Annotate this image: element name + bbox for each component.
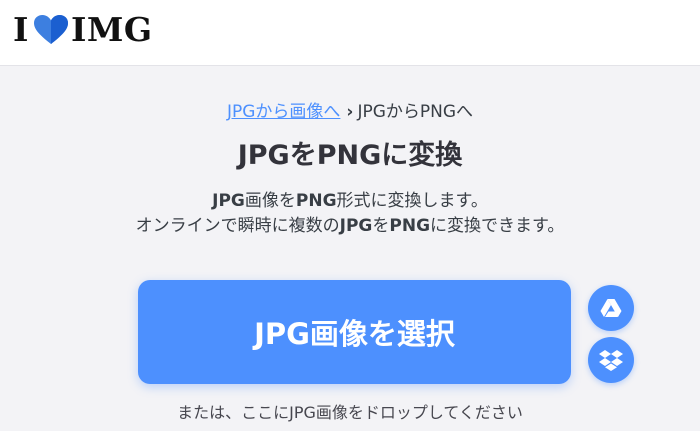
desc-png: PNG (389, 216, 431, 236)
desc-png: PNG (295, 191, 337, 211)
iloveimg-logo[interactable]: I IMG (13, 10, 153, 50)
heart-icon (33, 15, 68, 44)
desc-text: に変換できます。 (430, 216, 565, 236)
desc-text: を (372, 216, 390, 236)
description-line-1: JPG画像をPNG形式に変換します。 (0, 189, 700, 214)
drop-hint-text: または、ここにJPG画像をドロップしてください (177, 403, 523, 422)
desc-text: 画像を (244, 191, 296, 211)
desc-jpg: JPG (212, 191, 245, 211)
main-content: JPGから画像へ › JPGからPNGへ JPGをPNGに変換 JPG画像をPNG形… (0, 66, 700, 431)
desc-text: オンラインで瞬時に複数の (135, 216, 340, 236)
breadcrumb-current: JPGからPNGへ (357, 102, 474, 122)
google-drive-icon (600, 299, 622, 317)
desc-text: 形式に変換します。 (336, 191, 488, 211)
breadcrumb-link-jpg-to-image[interactable]: JPGから画像へ (227, 102, 340, 122)
logo-text-img: IMG (70, 10, 153, 49)
site-header: I IMG (0, 0, 700, 66)
breadcrumb: JPGから画像へ › JPGからPNGへ (0, 100, 700, 124)
select-jpg-images-button[interactable]: JPG画像を選択 (138, 280, 571, 384)
description-line-2: オンラインで瞬時に複数のJPGをPNGに変換できます。 (0, 214, 700, 239)
desc-jpg: JPG (339, 216, 373, 236)
dropbox-button[interactable] (588, 337, 634, 383)
google-drive-button[interactable] (588, 285, 634, 331)
page-title: JPGをPNGに変換 (237, 140, 463, 171)
dropbox-icon (599, 350, 623, 371)
page-description: JPG画像をPNG形式に変換します。 オンラインで瞬時に複数のJPGをPNGに変… (0, 189, 700, 239)
logo-text-i: I (13, 10, 29, 49)
breadcrumb-separator: › (346, 102, 354, 122)
